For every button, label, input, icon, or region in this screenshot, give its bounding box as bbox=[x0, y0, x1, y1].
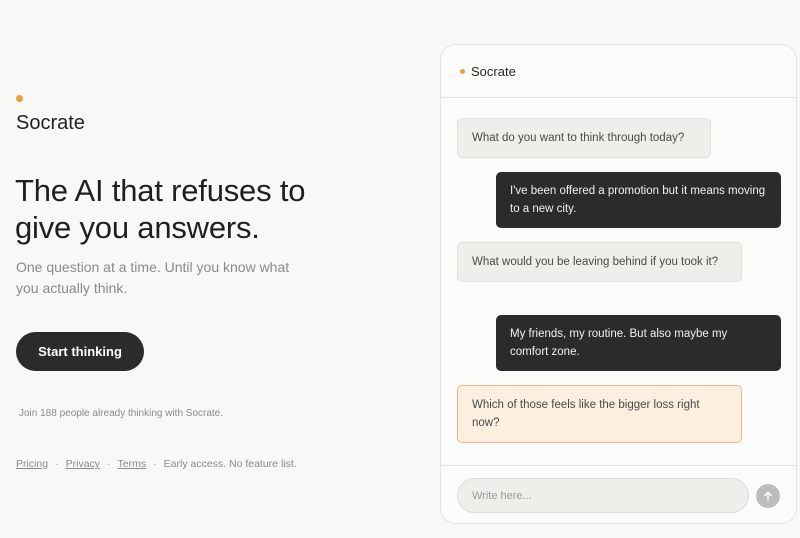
start-thinking-button[interactable]: Start thinking bbox=[16, 332, 144, 371]
hero-headline: The AI that refuses to give you answers. bbox=[15, 173, 306, 245]
footer-separator: · bbox=[55, 458, 59, 470]
footer: Pricing · Privacy · Terms · Early access… bbox=[16, 458, 297, 470]
social-proof-text: Join 188 people already thinking with So… bbox=[19, 408, 224, 419]
send-button[interactable] bbox=[756, 484, 780, 508]
chat-message-ai: What would you be leaving behind if you … bbox=[457, 242, 742, 282]
landing-page: Socrate The AI that refuses to give you … bbox=[0, 0, 800, 538]
status-dot-icon bbox=[460, 68, 465, 74]
brand-dot-icon bbox=[16, 95, 23, 102]
chat-header: Socrate bbox=[441, 45, 796, 98]
chat-title: Socrate bbox=[471, 63, 516, 79]
arrow-up-icon bbox=[764, 491, 772, 501]
chat-input-bar: Write here... bbox=[441, 465, 796, 523]
footer-separator: · bbox=[107, 458, 111, 470]
chat-message-user: My friends, my routine. But also maybe m… bbox=[496, 315, 781, 371]
brand-name: Socrate bbox=[16, 112, 85, 134]
footer-link-privacy[interactable]: Privacy bbox=[66, 458, 100, 470]
hero-subhead: One question at a time. Until you know w… bbox=[16, 259, 290, 296]
chat-message-input[interactable]: Write here... bbox=[457, 478, 749, 513]
chat-panel: Socrate What do you want to think throug… bbox=[440, 44, 797, 524]
chat-message-ai-current: Which of those feels like the bigger los… bbox=[457, 385, 742, 443]
chat-message-ai: What do you want to think through today? bbox=[457, 118, 711, 158]
footer-link-terms[interactable]: Terms bbox=[118, 458, 147, 470]
footer-link-pricing[interactable]: Pricing bbox=[16, 458, 48, 470]
footer-note: Early access. No feature list. bbox=[163, 458, 297, 470]
chat-message-user: I've been offered a promotion but it mea… bbox=[496, 172, 781, 228]
footer-separator: · bbox=[153, 458, 157, 470]
